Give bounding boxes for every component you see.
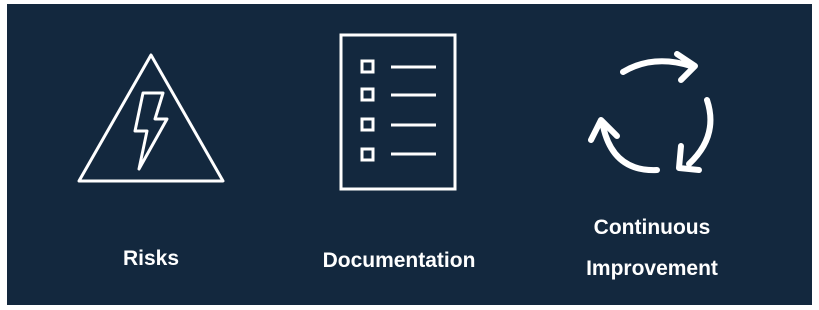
label-continuous: Continuous (593, 216, 711, 239)
label-risks: Risks (122, 247, 180, 270)
cycle-arrows-icon (588, 51, 714, 174)
label-documentation: Documentation (322, 249, 476, 272)
checklist-document-icon (339, 33, 457, 191)
warning-lightning-icon (77, 53, 225, 183)
infographic-panel: Risks Documentation Continuous Improveme… (7, 4, 812, 305)
label-improvement: Improvement (586, 257, 718, 280)
